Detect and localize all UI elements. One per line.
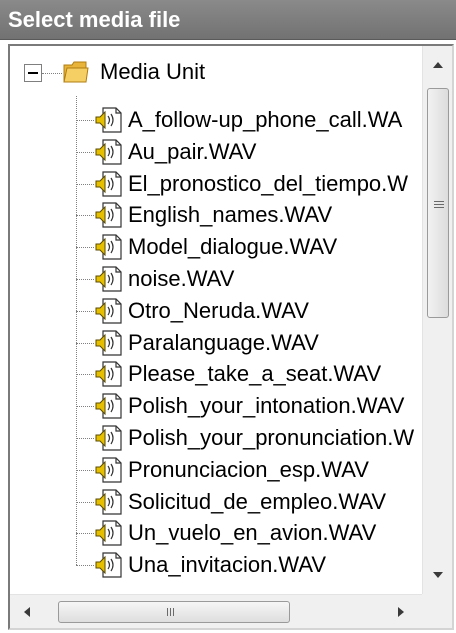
folder-icon: [63, 61, 89, 83]
file-list-item[interactable]: Model_dialogue.WAV: [128, 231, 337, 263]
tree-connector: [42, 73, 62, 74]
audio-file-icon: [95, 266, 122, 292]
file-list-item[interactable]: Pronunciacion_esp.WAV: [128, 454, 369, 486]
audio-file-icon: [95, 202, 122, 228]
vertical-scroll-thumb[interactable]: [427, 88, 449, 318]
tree-connector: [76, 247, 94, 248]
tree-connector: [76, 184, 94, 185]
tree-connector: [76, 311, 94, 312]
tree-view: Media Unit A_follow-up_phone_call.WA Au_p…: [8, 44, 454, 630]
audio-file-icon: [95, 457, 122, 483]
file-list-item[interactable]: English_names.WAV: [128, 199, 332, 231]
audio-file-icon: [95, 234, 122, 260]
audio-file-icon: [95, 330, 122, 356]
scroll-right-arrow-icon[interactable]: [398, 607, 404, 617]
tree-connector: [76, 343, 94, 344]
audio-file-icon: [95, 552, 122, 578]
tree-connector: [76, 406, 94, 407]
tree-connector: [76, 152, 94, 153]
tree-connector: [76, 565, 94, 566]
tree-connector: [76, 533, 94, 534]
audio-file-icon: [95, 361, 122, 387]
file-tree: Media Unit A_follow-up_phone_call.WA Au_p…: [10, 46, 424, 594]
audio-file-icon: [95, 107, 122, 133]
tree-connector: [76, 502, 94, 503]
panel-title: Select media file: [0, 0, 456, 40]
file-list-item[interactable]: Solicitud_de_empleo.WAV: [128, 486, 386, 518]
tree-connector: [76, 374, 94, 375]
audio-file-icon: [95, 139, 122, 165]
scrollbar-corner: [422, 594, 452, 628]
media-file-panel: Select media file Media Unit A_follow-up…: [0, 0, 456, 633]
audio-file-icon: [95, 425, 122, 451]
tree-connector: [76, 279, 94, 280]
tree-connector: [76, 120, 94, 121]
audio-file-icon: [95, 393, 122, 419]
tree-connector: [76, 438, 94, 439]
collapse-toggle[interactable]: [24, 64, 42, 82]
scroll-down-arrow-icon[interactable]: [433, 572, 443, 578]
file-list-item[interactable]: A_follow-up_phone_call.WA: [128, 104, 402, 136]
horizontal-scroll-thumb[interactable]: [58, 601, 290, 623]
audio-file-icon: [95, 520, 122, 546]
scroll-up-arrow-icon[interactable]: [433, 62, 443, 68]
file-list-item[interactable]: Otro_Neruda.WAV: [128, 295, 309, 327]
tree-trunk-line: [76, 96, 77, 565]
file-list-item[interactable]: Una_invitacion.WAV: [128, 549, 326, 581]
tree-connector: [76, 215, 94, 216]
file-list-item[interactable]: Un_vuelo_en_avion.WAV: [128, 517, 376, 549]
audio-file-icon: [95, 171, 122, 197]
file-list-item[interactable]: noise.WAV: [128, 263, 234, 295]
file-list-item[interactable]: Paralanguage.WAV: [128, 327, 319, 359]
scroll-left-arrow-icon[interactable]: [24, 607, 30, 617]
grip-icon: [167, 608, 168, 616]
audio-file-icon: [95, 489, 122, 515]
file-list-item[interactable]: Au_pair.WAV: [128, 136, 256, 168]
vertical-scrollbar[interactable]: [422, 46, 452, 594]
file-list-item[interactable]: Polish_your_pronunciation.W: [128, 422, 414, 454]
tree-root-label[interactable]: Media Unit: [100, 56, 205, 88]
horizontal-scrollbar[interactable]: [10, 594, 424, 628]
file-list-item[interactable]: Polish_your_intonation.WAV: [128, 390, 404, 422]
grip-icon: [434, 201, 444, 202]
audio-file-icon: [95, 298, 122, 324]
tree-connector: [76, 470, 94, 471]
file-list-item[interactable]: Please_take_a_seat.WAV: [128, 358, 381, 390]
file-list-item[interactable]: El_pronostico_del_tiempo.W: [128, 168, 408, 200]
